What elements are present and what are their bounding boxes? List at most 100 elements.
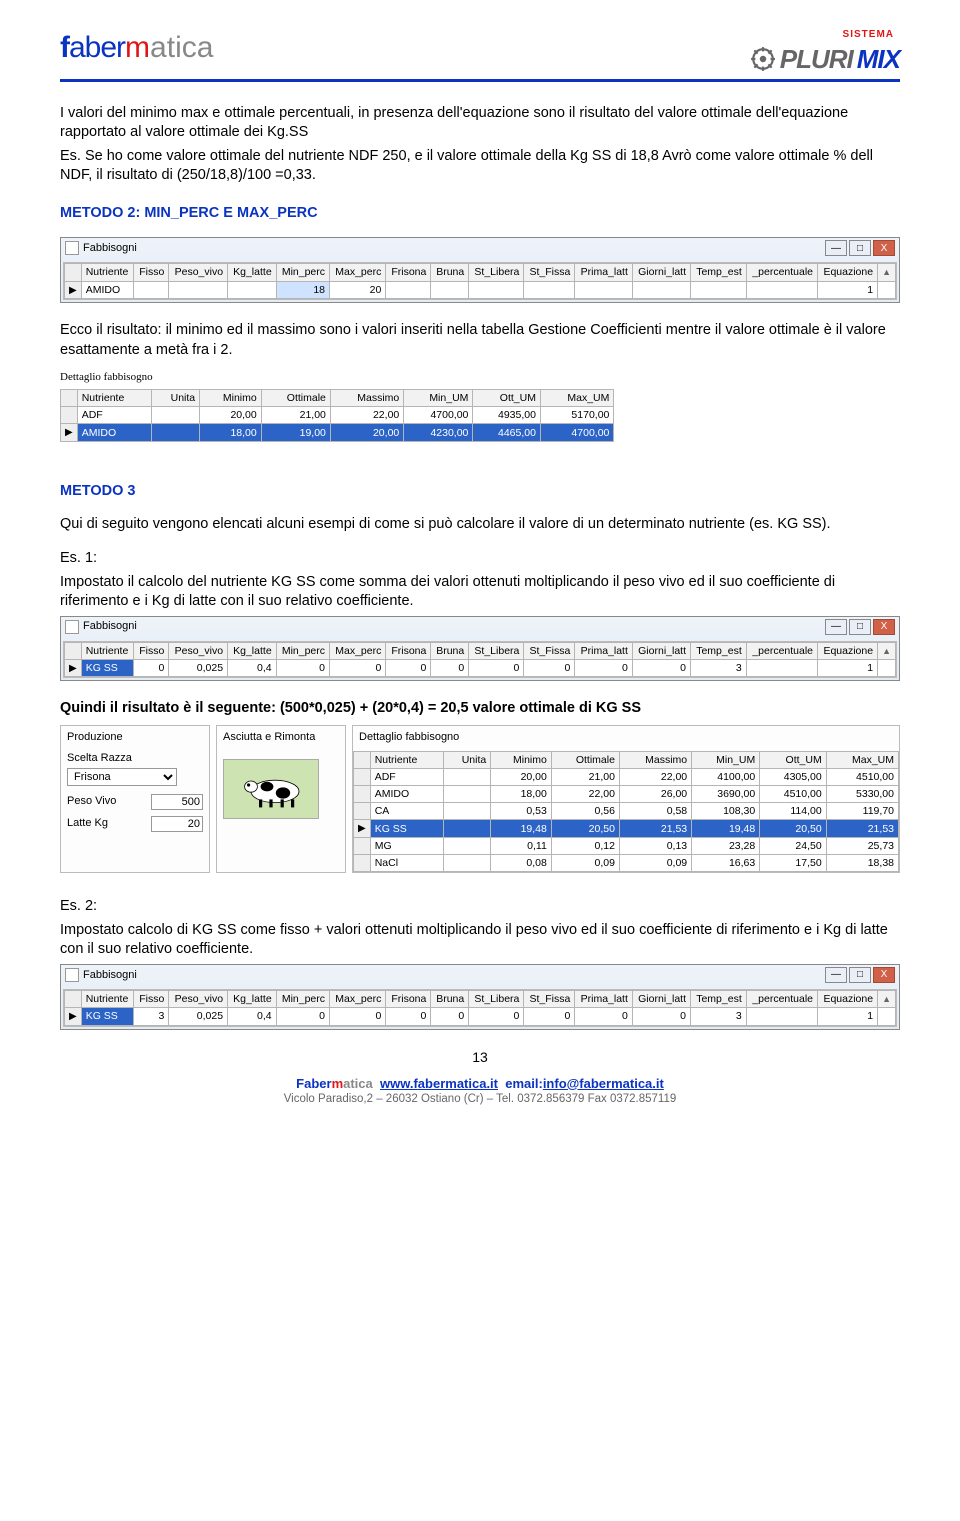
col: _percentuale: [746, 642, 817, 659]
cow-image: [223, 759, 319, 819]
maximize-button[interactable]: □: [849, 619, 871, 635]
cell: 20,00: [330, 424, 403, 442]
col: Equazione: [818, 991, 878, 1008]
cell-nutriente: AMIDO: [81, 281, 134, 299]
cell: 0: [469, 659, 524, 677]
col: Temp_est: [691, 642, 747, 659]
cell: 0: [575, 659, 633, 677]
es1-label: Es. 1:: [60, 550, 97, 566]
col: Ott_UM: [473, 390, 541, 407]
cell: [151, 407, 199, 424]
scelta-razza-label: Scelta Razza: [67, 751, 203, 766]
col: Prima_latt: [575, 642, 633, 659]
cell: 20,00: [491, 768, 552, 785]
peso-vivo-input[interactable]: [151, 794, 203, 810]
footer-company-f: Faber: [296, 1076, 331, 1091]
window-fabbisogni-2: Fabbisogni — □ X Nutriente Fisso Peso_vi…: [60, 616, 900, 682]
row-selector-header: [354, 751, 371, 768]
gear-icon: [750, 46, 776, 72]
footer-site-link[interactable]: www.fabermatica.it: [380, 1076, 498, 1091]
table-row[interactable]: ▶KG SS19,4820,5021,5319,4820,5021,53: [354, 820, 899, 838]
cell: [691, 281, 747, 299]
close-button[interactable]: X: [873, 240, 895, 256]
table-row[interactable]: ▶ KG SS 3 0,025 0,4 0 0 0 0 0 0 0 0 3 1: [65, 1008, 896, 1026]
cell: 0,4: [228, 1008, 277, 1026]
col: Kg_latte: [228, 642, 277, 659]
latte-input[interactable]: [151, 816, 203, 832]
grid-fabbisogni-2[interactable]: Nutriente Fisso Peso_vivo Kg_latte Min_p…: [64, 642, 896, 678]
row-pointer: ▶: [354, 820, 371, 838]
col: Max_perc: [330, 642, 386, 659]
minimize-button[interactable]: —: [825, 967, 847, 983]
close-button[interactable]: X: [873, 967, 895, 983]
table-row[interactable]: ▶ KG SS 0 0,025 0,4 0 0 0 0 0 0 0 0 3 1: [65, 659, 896, 677]
table-row[interactable]: ADF20,0021,0022,004100,004305,004510,00: [354, 768, 899, 785]
dettaglio-title-1: Dettaglio fabbisogno: [60, 370, 900, 385]
cell: [151, 424, 199, 442]
minimize-button[interactable]: —: [825, 240, 847, 256]
page-number: 13: [60, 1048, 900, 1067]
maximize-button[interactable]: □: [849, 967, 871, 983]
col: Unita: [443, 751, 490, 768]
row-pointer: [354, 803, 371, 820]
grid-fabbisogni-1[interactable]: Nutriente Fisso Peso_vivo Kg_latte Min_p…: [64, 263, 896, 299]
close-button[interactable]: X: [873, 619, 895, 635]
table-row[interactable]: ▶ AMIDO 18 20 1: [65, 281, 896, 299]
minimize-button[interactable]: —: [825, 619, 847, 635]
cell: [431, 281, 469, 299]
table-row[interactable]: AMIDO18,0022,0026,003690,004510,005330,0…: [354, 786, 899, 803]
cell: 4305,00: [760, 768, 826, 785]
cell: [443, 855, 490, 872]
footer: Fabermatica www.fabermatica.it email:inf…: [60, 1075, 900, 1128]
table-row[interactable]: NaCl0,080,090,0916,6317,5018,38: [354, 855, 899, 872]
table-row-selected[interactable]: ▶ AMIDO 18,00 19,00 20,00 4230,00 4465,0…: [61, 424, 614, 442]
row-pointer-icon: ▶: [65, 281, 82, 299]
cell: 0,11: [491, 837, 552, 854]
cell: [443, 820, 490, 838]
scroll-track: [878, 281, 896, 299]
cell-minperc[interactable]: 18: [276, 281, 329, 299]
col: Nutriente: [81, 642, 134, 659]
col: Ott_UM: [760, 751, 826, 768]
cell: 0: [431, 1008, 469, 1026]
grid-fabbisogni-3[interactable]: Nutriente Fisso Peso_vivo Kg_latte Min_p…: [64, 990, 896, 1026]
heading-metodo2: METODO 2: MIN_PERC E MAX_PERC: [60, 204, 900, 224]
panel-dettaglio: Dettaglio fabbisogno Nutriente Unita Min…: [352, 725, 900, 873]
col: Fisso: [134, 991, 169, 1008]
col: Nutriente: [370, 751, 443, 768]
table-row[interactable]: CA0,530,560,58108,30114,00119,70: [354, 803, 899, 820]
metodo3-intro: Qui di seguito vengono elencati alcuni e…: [60, 515, 900, 535]
cell: 0: [330, 659, 386, 677]
table-row[interactable]: ADF 20,00 21,00 22,00 4700,00 4935,00 51…: [61, 407, 614, 424]
grid-dettaglio-1[interactable]: Nutriente Unita Minimo Ottimale Massimo …: [60, 389, 614, 442]
es1-text: Impostato il calcolo del nutriente KG SS…: [60, 573, 900, 612]
cell: 20,50: [760, 820, 826, 838]
panel-produzione: Produzione Scelta Razza Frisona Peso Viv…: [60, 725, 210, 873]
col: Max_perc: [330, 991, 386, 1008]
footer-company-a: atica: [343, 1076, 373, 1091]
result-para: Ecco il risultato: il minimo ed il massi…: [60, 321, 900, 360]
scroll-up-icon[interactable]: [878, 264, 896, 281]
col: Giorni_latt: [632, 642, 690, 659]
scroll-up-icon[interactable]: [878, 991, 896, 1008]
cell: 19,00: [261, 424, 330, 442]
cell: 0,025: [169, 1008, 228, 1026]
scelta-razza-select[interactable]: Frisona: [67, 768, 177, 786]
cell: 0: [431, 659, 469, 677]
cell: ADF: [370, 768, 443, 785]
window-icon: [65, 241, 79, 255]
footer-company-m: m: [332, 1076, 344, 1091]
col: Frisona: [386, 991, 431, 1008]
cell: 26,00: [619, 786, 691, 803]
cell: AMIDO: [77, 424, 151, 442]
grid-dettaglio-2[interactable]: Nutriente Unita Minimo Ottimale Massimo …: [353, 751, 899, 873]
scroll-up-icon[interactable]: [878, 642, 896, 659]
maximize-button[interactable]: □: [849, 240, 871, 256]
col: Max_UM: [540, 390, 613, 407]
table-row[interactable]: MG0,110,120,1323,2824,5025,73: [354, 837, 899, 854]
window-icon: [65, 968, 79, 982]
footer-email-link[interactable]: info@fabermatica.it: [543, 1076, 664, 1091]
footer-email-label: email:: [505, 1076, 543, 1091]
cell: 4230,00: [404, 424, 473, 442]
footer-address: Vicolo Paradiso,2 – 26032 Ostiano (Cr) –…: [60, 1092, 900, 1108]
